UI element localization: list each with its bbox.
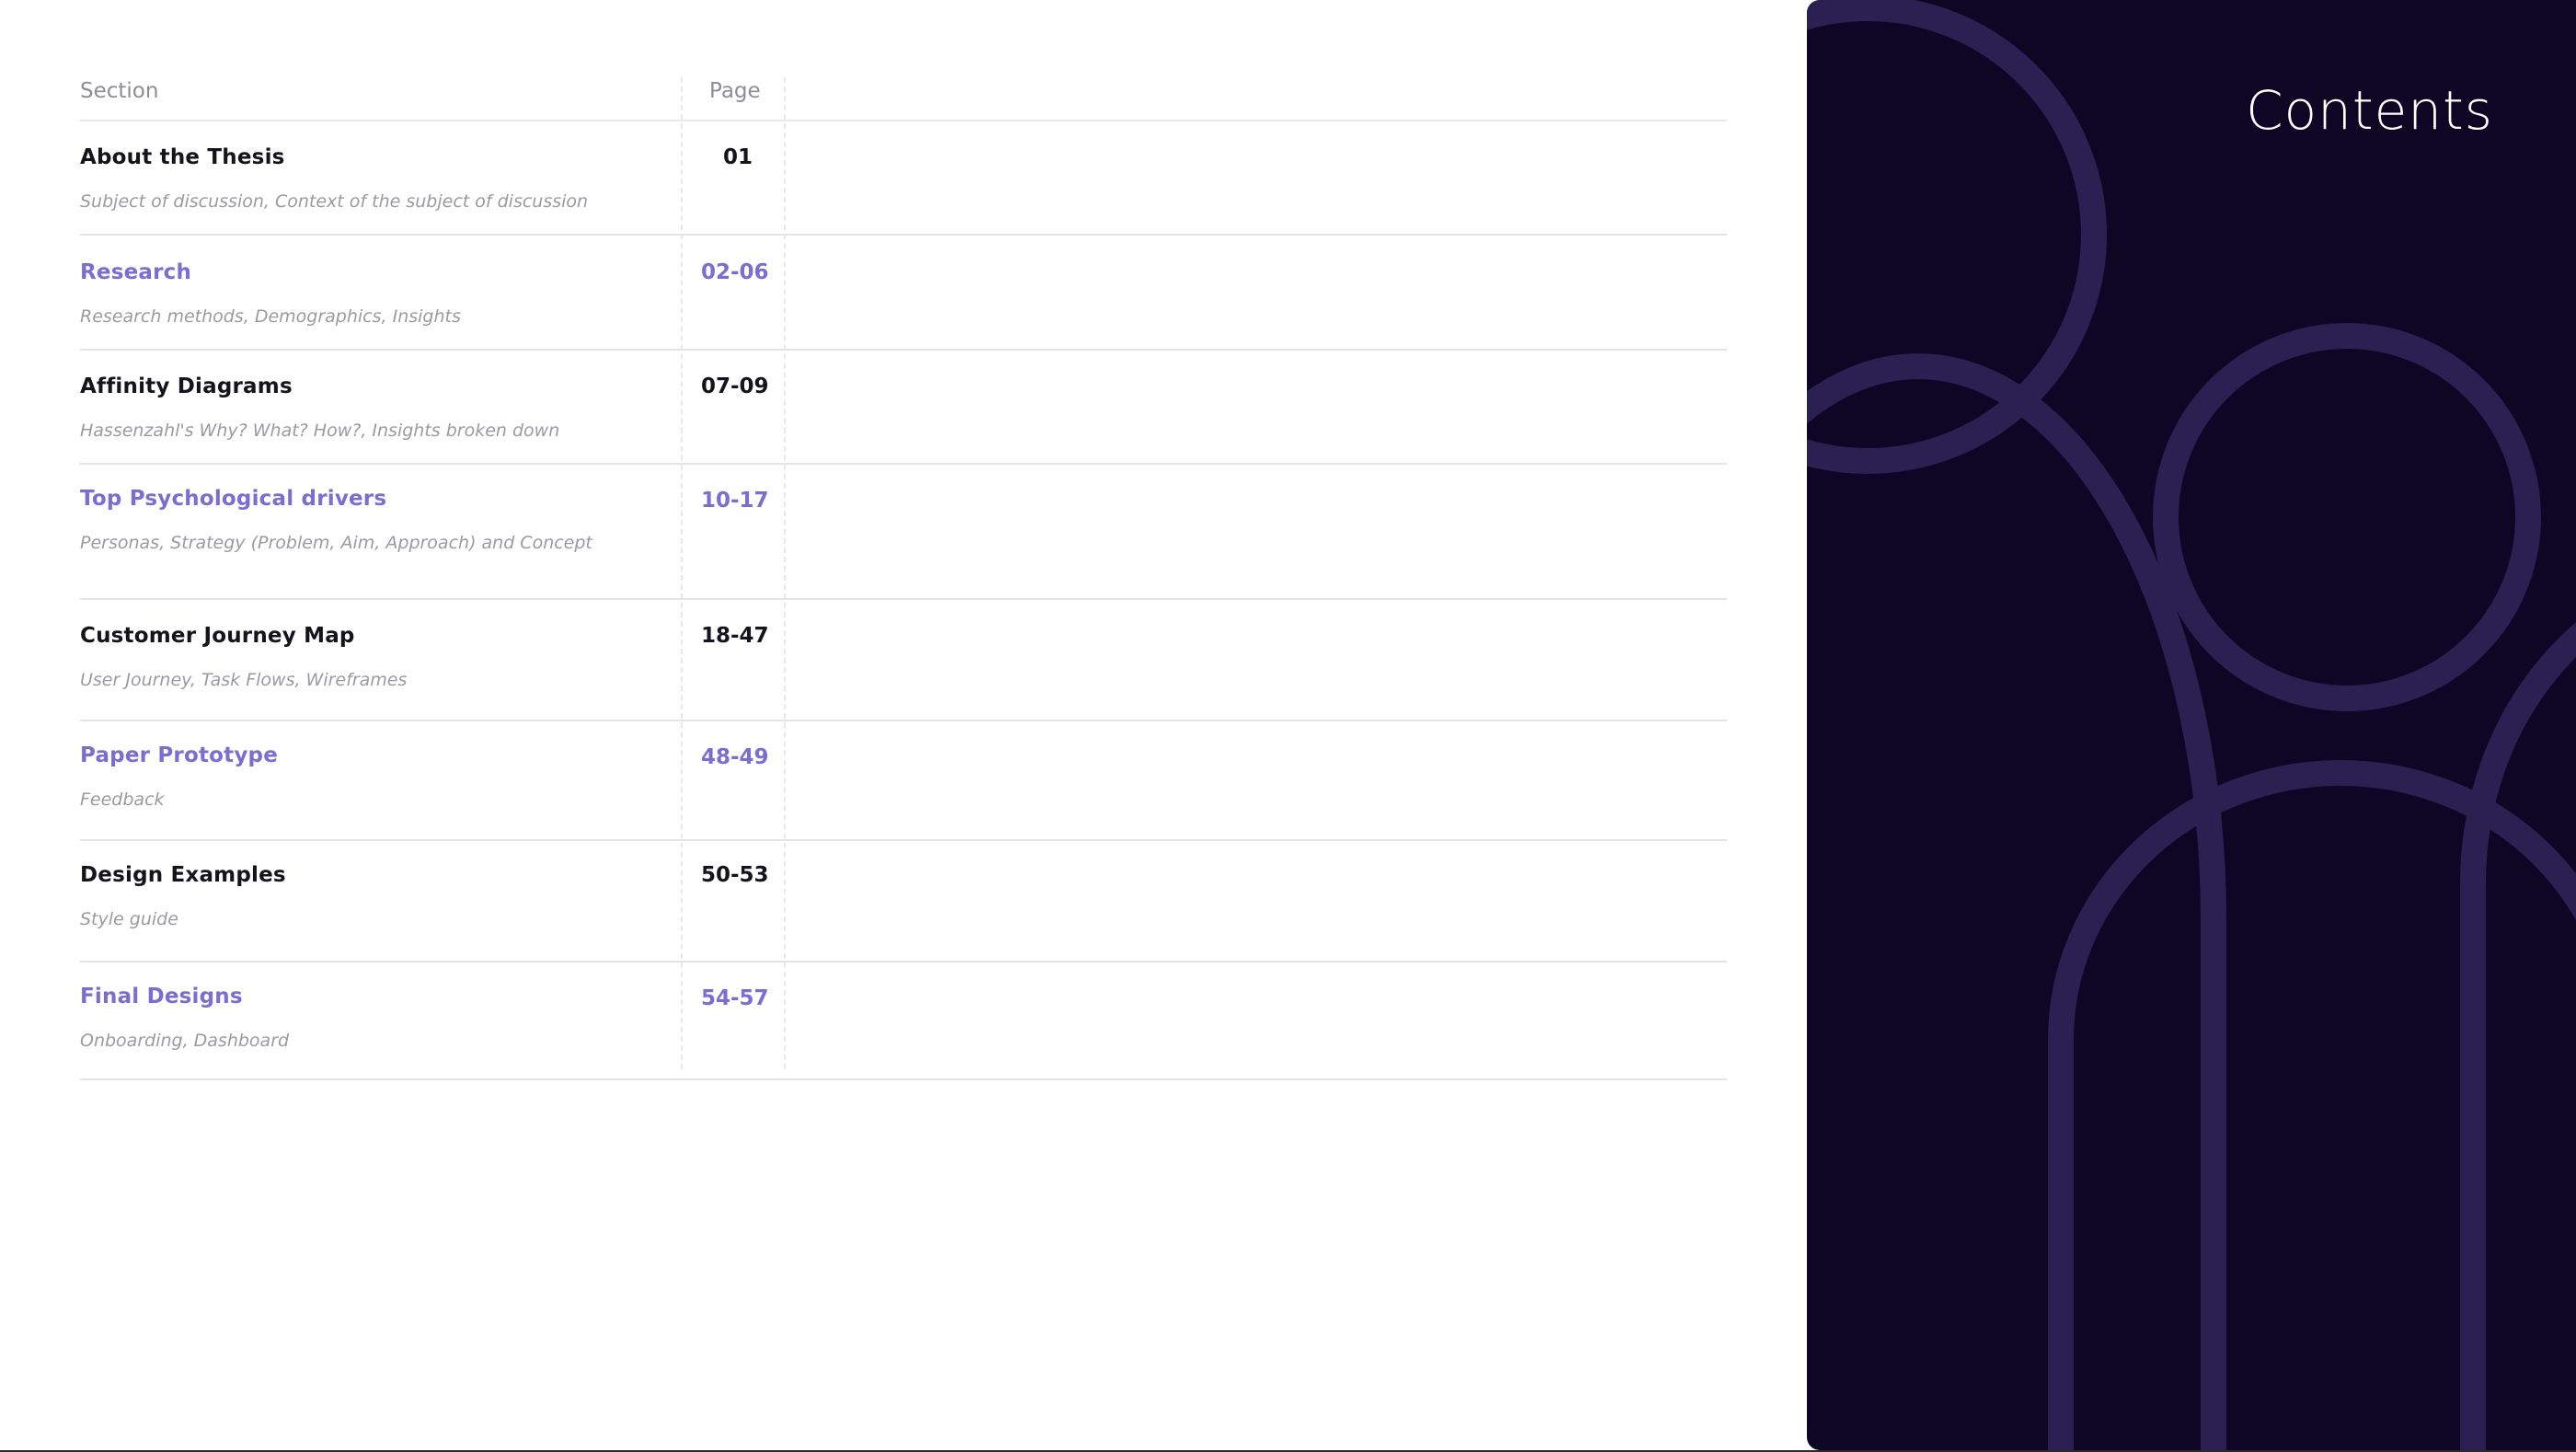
row-subtitle: Style guide xyxy=(80,909,178,929)
contents-cover-panel: Contents xyxy=(1807,0,2576,1450)
page-column-header: Page xyxy=(709,79,761,103)
toc-header: Section Page xyxy=(80,74,1727,121)
row-title: About the Thesis xyxy=(80,145,285,169)
row-subtitle: Onboarding, Dashboard xyxy=(80,1031,290,1051)
row-title: Final Designs xyxy=(80,985,243,1008)
row-title: Customer Journey Map xyxy=(80,624,355,648)
row-subtitle: User Journey, Task Flows, Wireframes xyxy=(80,670,408,690)
toc-row-top-psychological-drivers[interactable]: Top Psychological drivers Personas, Stra… xyxy=(80,465,1727,600)
row-title: Design Examples xyxy=(80,863,286,887)
toc-row-customer-journey-map[interactable]: Customer Journey Map User Journey, Task … xyxy=(80,600,1727,721)
section-column-divider xyxy=(681,77,683,1069)
row-page-range: 54-57 xyxy=(701,986,769,1010)
page-column-divider xyxy=(784,77,786,1069)
row-subtitle: Feedback xyxy=(80,789,165,810)
row-title: Research xyxy=(80,260,192,284)
toc-row-about-the-thesis[interactable]: About the Thesis Subject of discussion, … xyxy=(80,121,1727,236)
decor-arch-right xyxy=(2460,622,2576,1450)
row-subtitle: Subject of discussion, Context of the su… xyxy=(80,191,589,212)
row-subtitle: Personas, Strategy (Problem, Aim, Approa… xyxy=(80,533,592,553)
row-title: Affinity Diagrams xyxy=(80,375,293,398)
page-title: Contents xyxy=(2246,79,2493,142)
toc-row-final-designs[interactable]: Final Designs Onboarding, Dashboard 54-5… xyxy=(80,962,1727,1080)
row-page-range: 07-09 xyxy=(701,375,769,398)
toc-row-paper-prototype[interactable]: Paper Prototype Feedback 48-49 xyxy=(80,721,1727,841)
decor-arch-center xyxy=(2048,760,2576,1450)
toc-row-affinity-diagrams[interactable]: Affinity Diagrams Hassenzahl's Why? What… xyxy=(80,351,1727,465)
row-subtitle: Hassenzahl's Why? What? How?, Insights b… xyxy=(80,421,560,441)
contents-page: Section Page About the Thesis Subject of… xyxy=(0,0,2576,1452)
row-page-range: 48-49 xyxy=(701,745,769,769)
toc-row-design-examples[interactable]: Design Examples Style guide 50-53 xyxy=(80,841,1727,962)
decor-circle-middle xyxy=(2153,323,2541,711)
row-page-range: 50-53 xyxy=(701,863,769,887)
row-subtitle: Research methods, Demographics, Insights xyxy=(80,306,461,327)
row-page-range: 01 xyxy=(723,145,753,169)
section-column-header: Section xyxy=(80,79,159,103)
row-page-range: 02-06 xyxy=(701,260,769,284)
toc-row-research[interactable]: Research Research methods, Demographics,… xyxy=(80,236,1727,351)
row-page-range: 18-47 xyxy=(701,624,769,648)
table-of-contents: Section Page About the Thesis Subject of… xyxy=(80,74,1727,1080)
row-title: Paper Prototype xyxy=(80,743,279,767)
row-page-range: 10-17 xyxy=(701,489,769,513)
decorative-arches-illustration xyxy=(1807,0,2576,1450)
row-title: Top Psychological drivers xyxy=(80,487,387,511)
decor-arch-left xyxy=(1807,353,2226,1450)
